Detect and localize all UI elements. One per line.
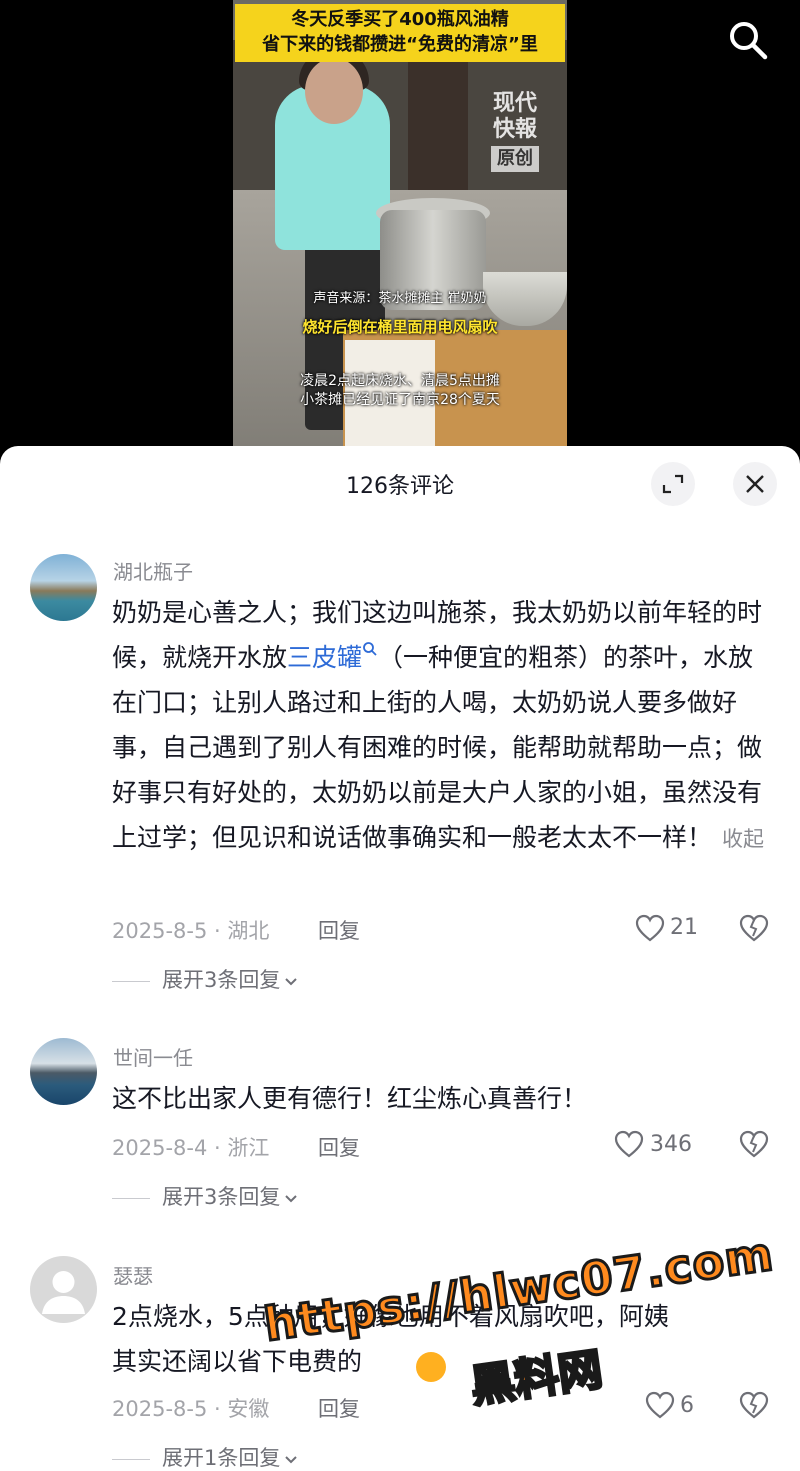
fullscreen-button[interactable] [651, 462, 695, 506]
comment-author[interactable]: 湖北瓶子 [113, 556, 193, 585]
expand-replies-button[interactable]: 展开3条回复 [112, 1181, 298, 1211]
video-title-banner: 冬天反季买了400瓶风油精 省下来的钱都攒进“免费的清凉”里 [235, 4, 565, 62]
video-player[interactable]: 冬天反季买了400瓶风油精 省下来的钱都攒进“免费的清凉”里 现代 快報 原创 … [0, 0, 800, 460]
subtitle-line-1: 凌晨2点起床烧水、清晨5点出摊 [300, 373, 500, 389]
close-icon [746, 475, 764, 493]
dislike-icon[interactable] [738, 1390, 770, 1420]
expand-replies-label: 展开3条回复 [162, 1185, 281, 1209]
reply-button[interactable]: 回复 [318, 1393, 360, 1423]
close-button[interactable] [733, 462, 777, 506]
comment-author[interactable]: 世间一任 [113, 1042, 193, 1071]
fullscreen-icon [662, 474, 684, 494]
laughing-emoji-icon [416, 1352, 446, 1382]
reply-button[interactable]: 回复 [318, 915, 360, 945]
reply-button[interactable]: 回复 [318, 1132, 360, 1162]
like-heart-icon[interactable] [645, 1391, 675, 1419]
news-logo: 现代 快報 原创 [475, 90, 555, 172]
logo-text-1: 现代 [492, 90, 537, 116]
like-count: 346 [650, 1132, 692, 1157]
comment-text: 这不比出家人更有德行！红尘炼心真善行！ [112, 1084, 588, 1113]
divider [112, 980, 150, 982]
search-link[interactable]: 三皮罐 [287, 642, 378, 672]
search-link-text: 三皮罐 [287, 643, 363, 672]
like-count: 21 [670, 915, 698, 940]
chevron-down-icon [285, 1195, 298, 1203]
expand-replies-button[interactable]: 展开1条回复 [112, 1442, 298, 1471]
default-avatar-icon [42, 1271, 85, 1314]
banner-line-1: 冬天反季买了400瓶风油精 [291, 9, 509, 30]
like-heart-icon[interactable] [614, 1130, 644, 1158]
expand-replies-label: 展开1条回复 [162, 1446, 281, 1470]
video-person-head [305, 58, 363, 124]
comment-meta: 2025-8-5 · 安徽 [112, 1397, 270, 1421]
like-heart-icon[interactable] [635, 914, 665, 942]
search-icon [363, 642, 377, 656]
comment-text: 奶奶是心善之人；我们这边叫施茶，我太奶奶以前年轻的时候，就烧开水放三皮罐 （一种便… [112, 590, 772, 862]
logo-text-2: 快報 [492, 116, 537, 142]
search-icon[interactable] [726, 18, 770, 62]
avatar[interactable] [30, 1038, 97, 1105]
divider [112, 1197, 150, 1199]
chevron-down-icon [285, 1456, 298, 1464]
avatar[interactable] [30, 1256, 97, 1323]
comment-text-part: （一种便宜的粗茶）的茶叶，水放在门口；让别人路过和上街的人喝，太奶奶说人要多做好… [112, 643, 763, 852]
collapse-button[interactable]: 收起 [722, 827, 764, 851]
comment-meta: 2025-8-4 · 浙江 [112, 1136, 270, 1160]
comment-meta: 2025-8-5 · 湖北 [112, 919, 270, 943]
subtitle-line-2: 小茶摊已经见证了南京28个夏天 [300, 392, 500, 408]
chevron-down-icon [285, 978, 298, 986]
subtitle-source: 声音来源：茶水摊摊主 崔奶奶 [313, 291, 487, 306]
divider [112, 1458, 150, 1460]
expand-replies-button[interactable]: 展开3条回复 [112, 964, 298, 994]
banner-line-2: 省下来的钱都攒进“免费的清凉”里 [262, 34, 538, 55]
comment-author[interactable]: 瑟瑟 [113, 1260, 153, 1289]
subtitle-main: 烧好后倒在桶里面用电风扇吹 [302, 318, 498, 336]
dislike-icon[interactable] [738, 1129, 770, 1159]
expand-replies-label: 展开3条回复 [162, 968, 281, 992]
like-count: 6 [680, 1393, 694, 1418]
logo-tag: 原创 [491, 146, 539, 172]
avatar[interactable] [30, 554, 97, 621]
dislike-icon[interactable] [738, 913, 770, 943]
